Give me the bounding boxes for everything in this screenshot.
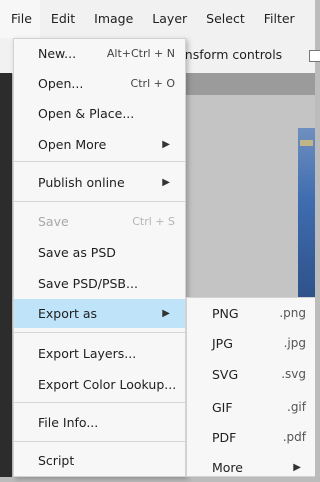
submenu-arrow-icon: ▶ xyxy=(293,461,301,473)
menu-item-export-layers[interactable]: Export Layers... xyxy=(14,339,185,367)
transform-controls-checkbox[interactable] xyxy=(309,50,320,62)
format-label: More xyxy=(212,459,243,475)
shortcut-label: Alt+Ctrl + N xyxy=(106,46,175,60)
menu-item-label: Export as xyxy=(38,306,98,321)
export-png[interactable]: PNG .png xyxy=(187,298,315,328)
menu-separator xyxy=(14,441,185,442)
menu-item-label: Publish online xyxy=(38,174,125,190)
export-jpg[interactable]: JPG .jpg xyxy=(187,328,315,358)
format-extension: .svg xyxy=(281,367,306,381)
menu-item-open-place[interactable]: Open & Place... xyxy=(14,99,185,127)
format-label: PNG xyxy=(212,305,239,321)
menu-item-label: Export Color Lookup... xyxy=(38,376,177,392)
menu-item-label: Open... xyxy=(38,75,84,91)
canvas-image-detail xyxy=(300,140,313,146)
menu-item-export-as[interactable]: Export as ▶ xyxy=(14,299,185,328)
document-tab-strip xyxy=(172,73,315,95)
export-more[interactable]: More ▶ xyxy=(187,452,315,482)
menu-separator xyxy=(14,332,185,333)
menu-item-label: Save xyxy=(38,213,69,229)
export-pdf[interactable]: PDF .pdf xyxy=(187,422,315,452)
menu-separator xyxy=(14,161,185,162)
menu-item-publish-online[interactable]: Publish online ▶ xyxy=(14,168,185,196)
file-menu: New... Alt+Ctrl + N Open... Ctrl + O Ope… xyxy=(13,38,186,477)
menu-item-save-psd-psb[interactable]: Save PSD/PSB... xyxy=(14,269,185,297)
menu-item-label: Script xyxy=(38,452,75,468)
menu-item-save: Save Ctrl + S xyxy=(14,207,185,235)
menu-separator xyxy=(14,402,185,403)
menu-image[interactable]: Image xyxy=(83,0,141,38)
menu-item-save-as-psd[interactable]: Save as PSD xyxy=(14,238,185,266)
menu-item-new[interactable]: New... Alt+Ctrl + N xyxy=(14,39,185,67)
menu-item-label: Open More xyxy=(38,136,107,152)
menu-item-open-more[interactable]: Open More ▶ xyxy=(14,130,185,158)
menu-separator xyxy=(14,201,185,202)
menu-bar: File Edit Image Layer Select Filter xyxy=(0,0,315,38)
submenu-arrow-icon: ▶ xyxy=(162,138,170,150)
menu-filter[interactable]: Filter xyxy=(253,0,303,38)
menu-select[interactable]: Select xyxy=(195,0,253,38)
menu-item-label: Save as PSD xyxy=(38,244,116,260)
menu-item-label: New... xyxy=(38,45,77,61)
format-extension: .png xyxy=(279,306,306,320)
menu-file[interactable]: File xyxy=(0,0,40,38)
export-gif[interactable]: GIF .gif xyxy=(187,392,315,422)
format-extension: .gif xyxy=(287,400,306,414)
export-as-submenu: PNG .png JPG .jpg SVG .svg GIF .gif PDF … xyxy=(186,297,315,477)
menu-item-label: Export Layers... xyxy=(38,345,137,361)
submenu-arrow-icon: ▶ xyxy=(162,308,170,319)
menu-item-label: File Info... xyxy=(38,414,99,430)
format-label: JPG xyxy=(212,335,233,351)
shortcut-label: Ctrl + S xyxy=(132,214,175,228)
format-extension: .pdf xyxy=(282,430,306,444)
format-label: PDF xyxy=(212,429,237,445)
menu-item-open[interactable]: Open... Ctrl + O xyxy=(14,69,185,97)
menu-item-label: Open & Place... xyxy=(38,105,135,121)
export-svg[interactable]: SVG .svg xyxy=(187,359,315,389)
menu-layer[interactable]: Layer xyxy=(141,0,195,38)
canvas-image xyxy=(298,128,315,308)
menu-item-file-info[interactable]: File Info... xyxy=(14,408,185,436)
menu-edit[interactable]: Edit xyxy=(40,0,83,38)
transform-controls-label: ransform controls xyxy=(172,47,283,62)
submenu-arrow-icon: ▶ xyxy=(162,176,170,188)
menu-item-export-color-lookup[interactable]: Export Color Lookup... xyxy=(14,370,185,398)
menu-item-script[interactable]: Script xyxy=(14,446,185,474)
menu-item-label: Save PSD/PSB... xyxy=(38,275,138,291)
shortcut-label: Ctrl + O xyxy=(130,76,175,90)
format-label: GIF xyxy=(212,399,233,415)
format-extension: .jpg xyxy=(283,336,306,350)
tools-panel xyxy=(0,73,12,477)
format-label: SVG xyxy=(212,366,239,382)
